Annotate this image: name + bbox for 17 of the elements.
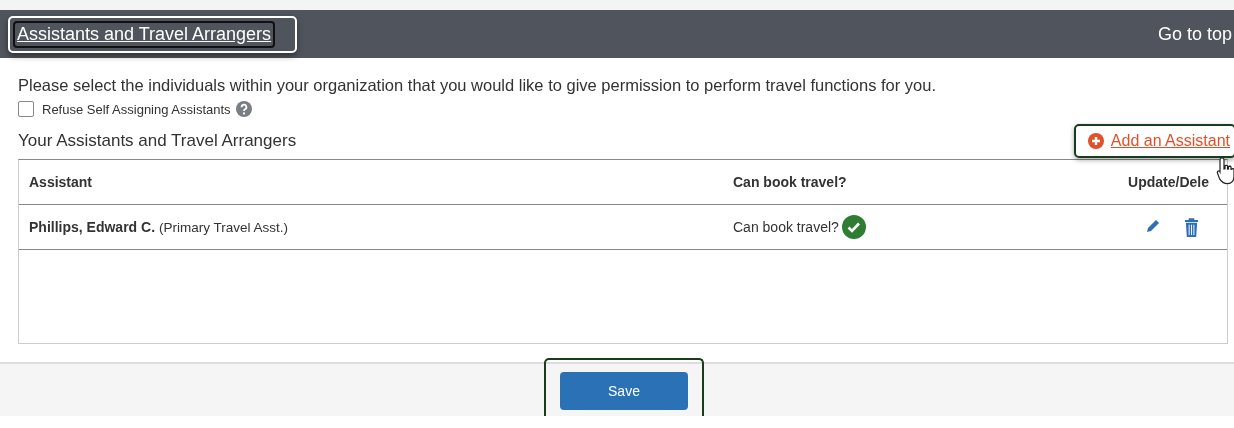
trash-icon[interactable] — [1184, 216, 1199, 238]
can-book-label: Can book travel? — [733, 219, 839, 235]
go-to-top-link[interactable]: Go to top — [1157, 23, 1232, 45]
section-title-link[interactable]: Assistants and Travel Arrangers — [13, 20, 276, 48]
add-icon — [1087, 133, 1104, 149]
help-icon[interactable] — [235, 101, 252, 117]
checkbox-label: Refuse Self Assigning Assistants — [42, 101, 231, 117]
column-header: Update/Dele — [1127, 174, 1210, 190]
save-button[interactable]: Save — [560, 372, 688, 410]
column-header: Can book travel? — [733, 174, 848, 190]
assistant-role: (Primary Travel Asst.) — [159, 220, 289, 235]
column-header: Assistant — [29, 174, 94, 190]
assistant-name: Phillips, Edward C. — [29, 219, 156, 235]
checkbox[interactable] — [18, 101, 34, 117]
instruction-text: Please select the individuals within your organization that you would like to give permission to perform travel functions for you. — [18, 76, 938, 95]
add-assistant-link[interactable]: Add an Assistant — [1110, 132, 1230, 150]
subsection-title: Your Assistants and Travel Arrangers — [18, 131, 297, 151]
